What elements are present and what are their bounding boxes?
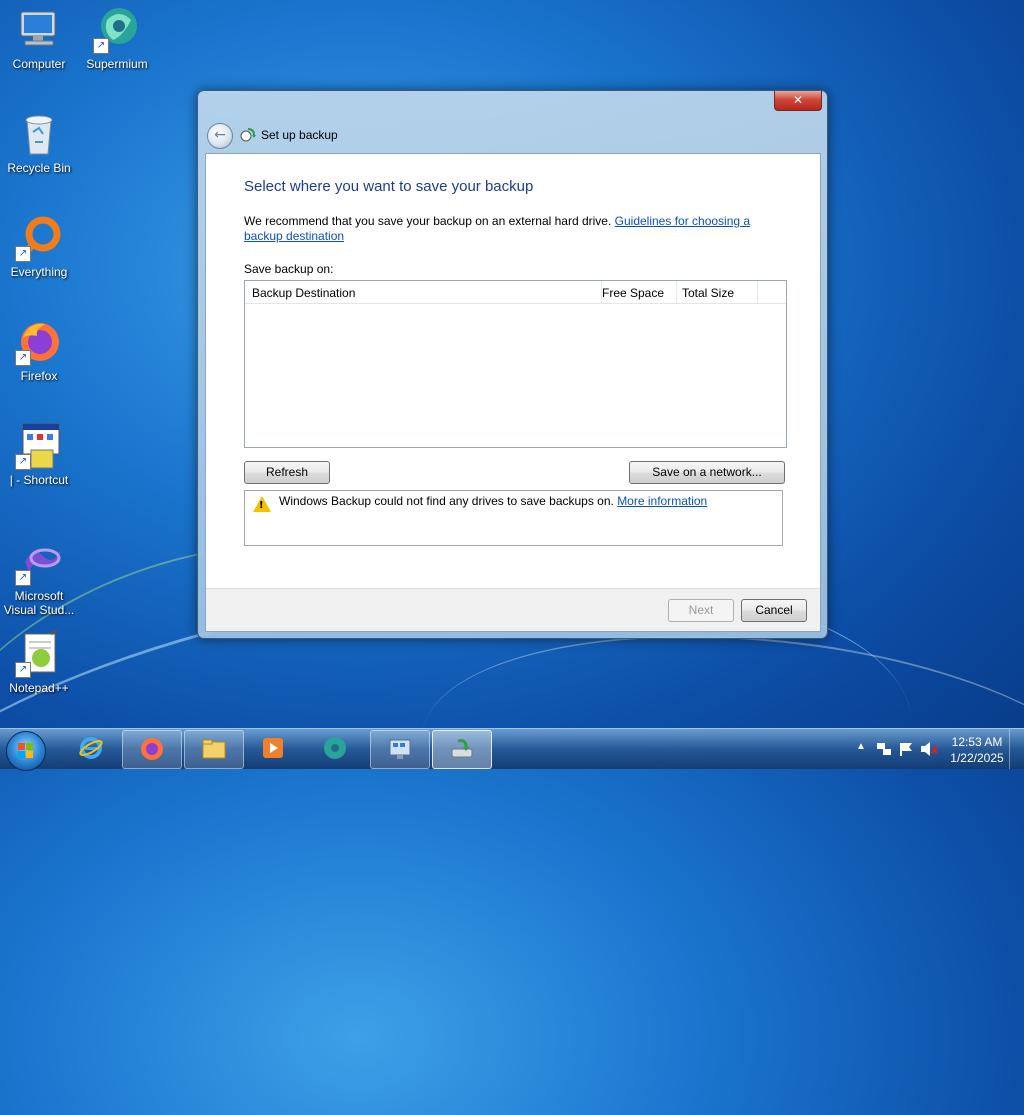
warning-text: Windows Backup could not find any drives… [279, 494, 618, 508]
clock-time: 12:53 AM [951, 735, 1003, 749]
shortcut-arrow-icon: ↗ [15, 570, 31, 586]
dialog-footer: Next Cancel [206, 588, 820, 631]
desktop-icon-label: Notepad++ [9, 681, 69, 695]
recycle-bin-icon [15, 110, 63, 158]
more-information-link[interactable]: More information [617, 494, 707, 508]
supermium-icon [324, 737, 346, 759]
setup-backup-window: ✕ ← Set up backup Select where you want … [197, 90, 828, 639]
desktop-icon-notepadpp[interactable]: ↗ Notepad++ [0, 624, 78, 695]
back-arrow-icon: ← [214, 127, 226, 143]
internet-explorer-icon [79, 737, 103, 759]
back-button[interactable]: ← [207, 123, 233, 149]
desktop-icon-label: Microsoft Visual Stud... [3, 589, 75, 617]
column-header-free-space[interactable]: Free Space [601, 281, 677, 303]
app-window-icon: ↗ [15, 422, 63, 470]
taskbar-firefox[interactable] [122, 730, 182, 769]
save-backup-on-label: Save backup on: [244, 262, 334, 276]
backup-destination-list[interactable]: Backup Destination Free Space Total Size [244, 280, 787, 448]
refresh-button[interactable]: Refresh [244, 461, 330, 484]
desktop-icon-label: Supermium [86, 57, 148, 71]
desktop-icon-shortcut[interactable]: ↗ | - Shortcut [0, 422, 78, 487]
firefox-icon: ↗ [15, 318, 63, 366]
shortcut-arrow-icon: ↗ [15, 246, 31, 262]
window-title: Set up backup [261, 128, 338, 142]
desktop-icon-recycle-bin[interactable]: Recycle Bin [0, 110, 78, 175]
taskbar-media-player[interactable] [244, 730, 302, 767]
file-explorer-icon [202, 739, 226, 759]
warning-exclamation: ! [259, 500, 264, 511]
desktop-icon-label: Computer [12, 57, 66, 71]
shortcut-arrow-icon: ↗ [93, 38, 109, 54]
taskbar-supermium[interactable] [306, 730, 364, 767]
next-button[interactable]: Next [668, 599, 734, 622]
clock[interactable]: 12:53 AM 1/22/2025 [947, 734, 1007, 766]
list-header: Backup Destination Free Space Total Size [245, 281, 786, 304]
column-header-destination[interactable]: Backup Destination [245, 281, 602, 303]
intro-paragraph: We recommend that you save your backup o… [244, 214, 789, 244]
shortcut-arrow-icon: ↗ [15, 454, 31, 470]
show-hidden-icons-icon[interactable]: ▲ [856, 741, 866, 752]
supermium-icon: ↗ [93, 6, 141, 54]
taskbar-internet-explorer[interactable] [62, 730, 120, 767]
backup-restore-icon [451, 739, 473, 758]
control-panel-icon [389, 739, 411, 759]
cancel-button[interactable]: Cancel [741, 599, 807, 622]
action-center-flag-icon[interactable] [898, 741, 914, 757]
save-on-network-button[interactable]: Save on a network... [629, 461, 785, 484]
desktop-icon-label: Firefox [20, 369, 58, 383]
shortcut-arrow-icon: ↗ [15, 350, 31, 366]
column-header-total-size[interactable]: Total Size [676, 281, 758, 303]
desktop-icon-visual-studio[interactable]: ↗ Microsoft Visual Stud... [0, 538, 78, 617]
close-button[interactable]: ✕ [774, 91, 822, 111]
show-desktop-button[interactable] [1009, 729, 1024, 769]
desktop-icon-firefox[interactable]: ↗ Firefox [0, 318, 78, 383]
system-tray: ▲ 12:53 AM 1/22/2025 [834, 729, 1024, 769]
windows-logo-icon [18, 743, 33, 758]
desktop-icon-label: Everything [10, 265, 68, 279]
taskbar-control-panel[interactable] [370, 730, 430, 769]
desktop-icon-label: Recycle Bin [7, 161, 71, 175]
intro-text: We recommend that you save your backup o… [244, 214, 615, 228]
shortcut-arrow-icon: ↗ [15, 662, 31, 678]
dialog-content: Select where you want to save your backu… [205, 153, 821, 632]
volume-muted-icon[interactable] [920, 741, 938, 757]
desktop-icon-computer[interactable]: Computer [0, 6, 78, 71]
warning-message: Windows Backup could not find any drives… [279, 494, 707, 508]
notepadpp-icon: ↗ [15, 624, 63, 678]
everything-search-icon: ↗ [15, 214, 63, 262]
firefox-icon [141, 738, 163, 760]
warning-message-box: ! Windows Backup could not find any driv… [244, 490, 783, 546]
start-button[interactable] [6, 731, 46, 771]
taskbar-backup-restore[interactable] [432, 730, 492, 769]
desktop-icon-supermium[interactable]: ↗ Supermium [78, 6, 156, 71]
visual-studio-icon: ↗ [15, 538, 63, 586]
desktop-icon-everything[interactable]: ↗ Everything [0, 214, 78, 279]
media-player-icon [263, 738, 283, 758]
backup-icon [240, 128, 256, 142]
network-icon[interactable] [876, 741, 892, 757]
taskbar-file-explorer[interactable] [184, 730, 244, 769]
page-heading: Select where you want to save your backu… [244, 178, 534, 195]
clock-date: 1/22/2025 [950, 751, 1004, 765]
computer-icon [15, 6, 63, 54]
desktop-icon-label: | - Shortcut [9, 473, 69, 487]
taskbar: ▲ 12:53 AM 1/22/2025 [0, 728, 1024, 771]
